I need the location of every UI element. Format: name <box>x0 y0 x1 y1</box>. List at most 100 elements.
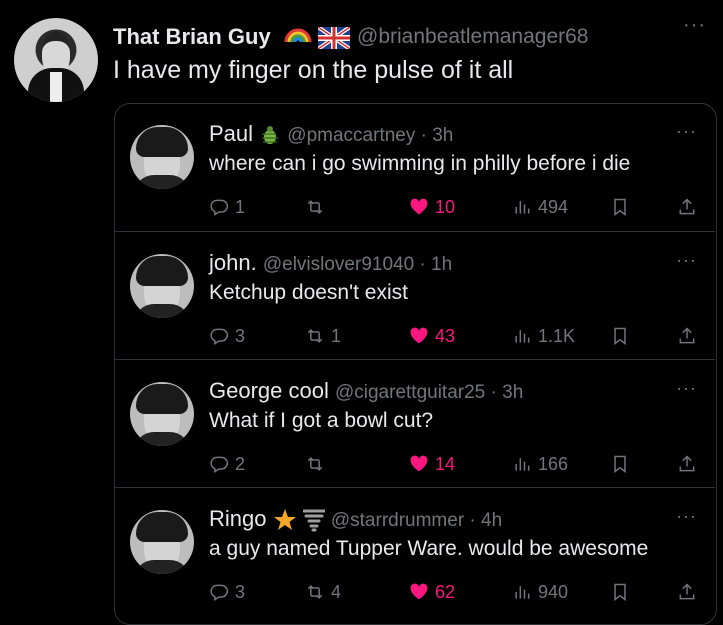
display-name[interactable]: Paul <box>209 121 253 146</box>
bookmark-button[interactable] <box>610 452 630 476</box>
bookmark-icon <box>610 326 630 346</box>
reply-author: john. @elvislover91040 · 1h <box>209 250 452 276</box>
share-icon <box>677 454 697 474</box>
handle[interactable]: @cigarettguitar25 · 3h <box>335 382 523 403</box>
repost-button[interactable] <box>305 452 331 476</box>
share-icon <box>677 582 697 602</box>
bookmark-icon <box>610 582 630 602</box>
views-button[interactable]: 940 <box>512 580 568 604</box>
reply-icon <box>209 326 229 346</box>
reply-button[interactable]: 2 <box>209 452 245 476</box>
like-button[interactable]: 62 <box>409 580 455 604</box>
avatar-body <box>134 304 190 318</box>
reply-row[interactable]: john. @elvislover91040 · 1h ··· Ketchup … <box>114 231 715 360</box>
reply-button[interactable]: 3 <box>209 324 245 348</box>
handle[interactable]: @elvislover91040 · 1h <box>263 254 452 275</box>
heart-icon <box>409 326 429 346</box>
avatar[interactable] <box>14 18 98 102</box>
heart-icon <box>409 197 429 217</box>
share-button[interactable] <box>677 195 697 219</box>
avatar[interactable] <box>130 382 194 446</box>
like-button[interactable]: 43 <box>409 324 455 348</box>
reply-author: George cool @cigarettguitar25 · 3h <box>209 378 523 404</box>
avatar-body <box>134 175 190 189</box>
display-name[interactable]: john. <box>209 250 257 275</box>
share-button[interactable] <box>677 580 697 604</box>
avatar[interactable] <box>130 254 194 318</box>
reply-button[interactable]: 1 <box>209 195 245 219</box>
handle[interactable]: @brianbeatlemanager68 <box>357 25 588 49</box>
views-icon <box>512 454 532 474</box>
bookmark-button[interactable] <box>610 324 630 348</box>
reply-button[interactable]: 3 <box>209 580 245 604</box>
share-icon <box>677 326 697 346</box>
bookmark-icon <box>610 454 630 474</box>
reply-row[interactable]: George cool @cigarettguitar25 · 3h ··· W… <box>114 359 715 488</box>
reply-text: where can i go swimming in philly before… <box>209 152 631 175</box>
repost-button[interactable]: 4 <box>305 580 341 604</box>
more-icon[interactable]: ··· <box>683 14 706 37</box>
share-button[interactable] <box>677 324 697 348</box>
main-tweet: That Brian Guy @brianbeatlemanager68 ···… <box>0 0 723 102</box>
reply-text: Ketchup doesn't exist <box>209 281 408 304</box>
action-bar: 2 14 166 <box>209 452 699 476</box>
reply-row[interactable]: Ringo @starrdrummer · 4h ··· a guy named… <box>114 487 715 616</box>
action-bar: 1 10 494 <box>209 195 699 219</box>
repost-button[interactable]: 1 <box>305 324 341 348</box>
reply-count: 3 <box>235 581 246 602</box>
like-count: 62 <box>435 581 456 602</box>
reply-text: a guy named Tupper Ware. would be awesom… <box>209 537 649 560</box>
repost-count: 4 <box>331 581 342 602</box>
repost-icon <box>305 454 325 474</box>
handle[interactable]: @starrdrummer · 4h <box>331 510 502 531</box>
more-icon[interactable]: ··· <box>676 250 697 271</box>
avatar-hair <box>136 512 188 542</box>
avatar[interactable] <box>130 125 194 189</box>
bookmark-button[interactable] <box>610 580 630 604</box>
action-bar: 3 1 43 1.1K <box>209 324 699 348</box>
views-button[interactable]: 494 <box>512 195 568 219</box>
avatar-shirt <box>50 72 62 102</box>
like-count: 10 <box>435 196 456 217</box>
repost-button[interactable] <box>305 195 331 219</box>
repost-icon <box>305 197 325 217</box>
handle[interactable]: @pmaccartney · 3h <box>287 125 453 146</box>
action-bar: 3 4 62 940 <box>209 580 699 604</box>
repost-count: 1 <box>331 325 342 346</box>
display-name[interactable]: That Brian Guy <box>113 24 271 50</box>
display-name[interactable]: Ringo <box>209 506 266 531</box>
rainbow-emoji-icon <box>284 28 312 42</box>
share-button[interactable] <box>677 452 697 476</box>
uk-flag-icon <box>318 27 350 49</box>
like-button[interactable]: 10 <box>409 195 455 219</box>
tweet-text: I have my finger on the pulse of it all <box>113 56 514 84</box>
like-button[interactable]: 14 <box>409 452 455 476</box>
reply-icon <box>209 582 229 602</box>
views-button[interactable]: 166 <box>512 452 568 476</box>
avatar-body <box>134 432 190 446</box>
bookmark-button[interactable] <box>610 195 630 219</box>
more-icon[interactable]: ··· <box>676 378 697 399</box>
views-icon <box>512 582 532 602</box>
like-count: 14 <box>435 453 456 474</box>
repost-icon <box>305 582 325 602</box>
views-button[interactable]: 1.1K <box>512 324 575 348</box>
views-icon <box>512 197 532 217</box>
display-name[interactable]: George cool <box>209 378 329 403</box>
views-count: 494 <box>538 196 569 217</box>
views-count: 166 <box>538 453 569 474</box>
views-count: 940 <box>538 581 569 602</box>
heart-icon <box>409 454 429 474</box>
tornado-emoji-icon <box>302 509 325 532</box>
share-icon <box>677 197 697 217</box>
avatar[interactable] <box>130 510 194 574</box>
more-icon[interactable]: ··· <box>676 506 697 527</box>
reply-row[interactable]: Paul @pmaccartney · 3h ··· where can i g… <box>114 103 715 231</box>
reply-author: Ringo @starrdrummer · 4h <box>209 506 502 532</box>
views-count: 1.1K <box>538 325 576 346</box>
more-icon[interactable]: ··· <box>676 121 697 142</box>
star-emoji-icon <box>273 509 296 531</box>
avatar-hair <box>136 127 188 157</box>
bookmark-icon <box>610 197 630 217</box>
avatar-body <box>134 560 190 574</box>
